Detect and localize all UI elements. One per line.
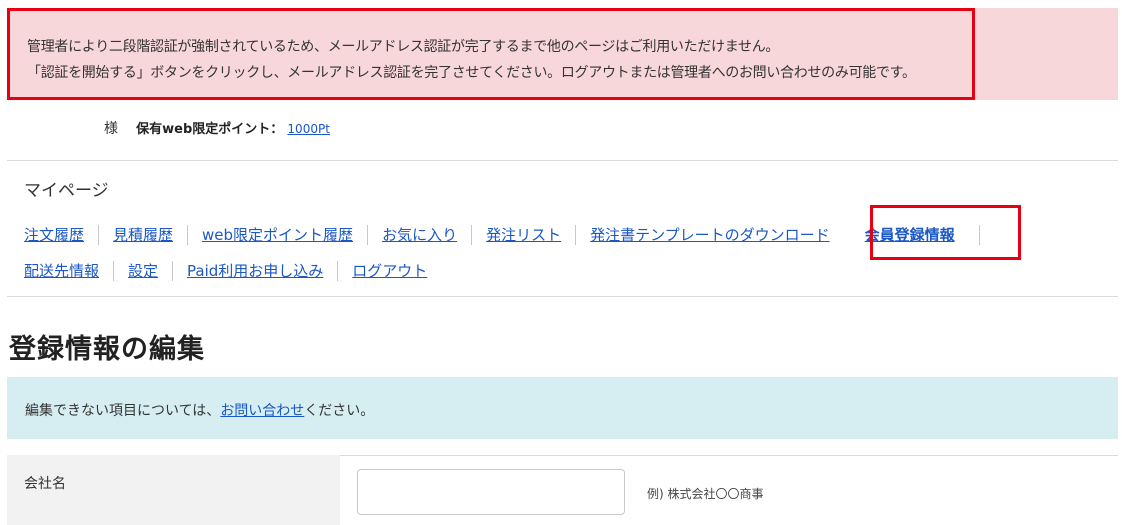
nav-web-point-history[interactable]: web限定ポイント履歴 xyxy=(202,224,353,245)
info-suffix: ください。 xyxy=(304,403,375,419)
nav-logout[interactable]: ログアウト xyxy=(352,260,427,281)
nav-shipping-info[interactable]: 配送先情報 xyxy=(24,260,99,281)
divider xyxy=(7,296,1118,297)
nav-separator xyxy=(471,224,473,245)
info-text: 編集できない項目については、お問い合わせください。 xyxy=(25,400,374,420)
nav-spacer xyxy=(844,225,845,245)
nav-order-template-download[interactable]: 発注書テンプレートのダウンロード xyxy=(590,224,830,245)
nav-order-list[interactable]: 発注リスト xyxy=(486,224,561,245)
user-honorific: 様 xyxy=(104,121,118,137)
company-name-input[interactable] xyxy=(357,469,625,515)
mypage-nav-row-1: 注文履歴 見積履歴 web限定ポイント履歴 お気に入り 発注リスト 発注書テンプ… xyxy=(24,224,994,245)
company-label-cell: 会社名 xyxy=(7,455,340,525)
company-name-label: 会社名 xyxy=(24,476,66,492)
two-factor-alert: 管理者により二段階認証が強制されているため、メールアドレス認証が完了するまで他の… xyxy=(7,8,1118,100)
nav-separator xyxy=(113,260,115,281)
company-example-text: 例) 株式会社〇〇商事 xyxy=(647,487,764,501)
nav-separator xyxy=(98,224,100,245)
points-value-link[interactable]: 1000Pt xyxy=(287,122,329,136)
company-name-row: 会社名 例) 株式会社〇〇商事 xyxy=(7,455,1118,525)
nav-paid-application[interactable]: Paid利用お申し込み xyxy=(187,260,323,281)
alert-message-line-2: 「認証を開始する」ボタンをクリックし、メールアドレス認証を完了させてください。ロ… xyxy=(27,65,916,81)
nav-favorites[interactable]: お気に入り xyxy=(382,224,457,245)
info-prefix: 編集できない項目については、 xyxy=(25,403,221,419)
nav-quote-history[interactable]: 見積履歴 xyxy=(113,224,173,245)
nav-separator xyxy=(337,260,339,281)
nav-separator xyxy=(187,224,189,245)
user-points-bar: 様 保有web限定ポイント： 1000Pt xyxy=(104,118,330,138)
mypage-title: マイページ xyxy=(24,181,109,201)
nav-settings[interactable]: 設定 xyxy=(128,260,158,281)
nav-separator xyxy=(367,224,369,245)
points-label: 保有web限定ポイント： xyxy=(136,122,284,137)
divider xyxy=(7,160,1118,161)
alert-message-line-1: 管理者により二段階認証が強制されているため、メールアドレス認証が完了するまで他の… xyxy=(27,39,780,55)
member-info-highlight-box xyxy=(870,205,1021,260)
page-title: 登録情報の編集 xyxy=(9,334,205,365)
nav-separator xyxy=(172,260,174,281)
nav-separator xyxy=(575,224,577,245)
contact-link[interactable]: お問い合わせ xyxy=(220,403,304,419)
mypage-nav-row-2: 配送先情報 設定 Paid利用お申し込み ログアウト xyxy=(24,260,427,281)
nav-order-history[interactable]: 注文履歴 xyxy=(24,224,84,245)
info-banner: 編集できない項目については、お問い合わせください。 xyxy=(7,377,1118,439)
